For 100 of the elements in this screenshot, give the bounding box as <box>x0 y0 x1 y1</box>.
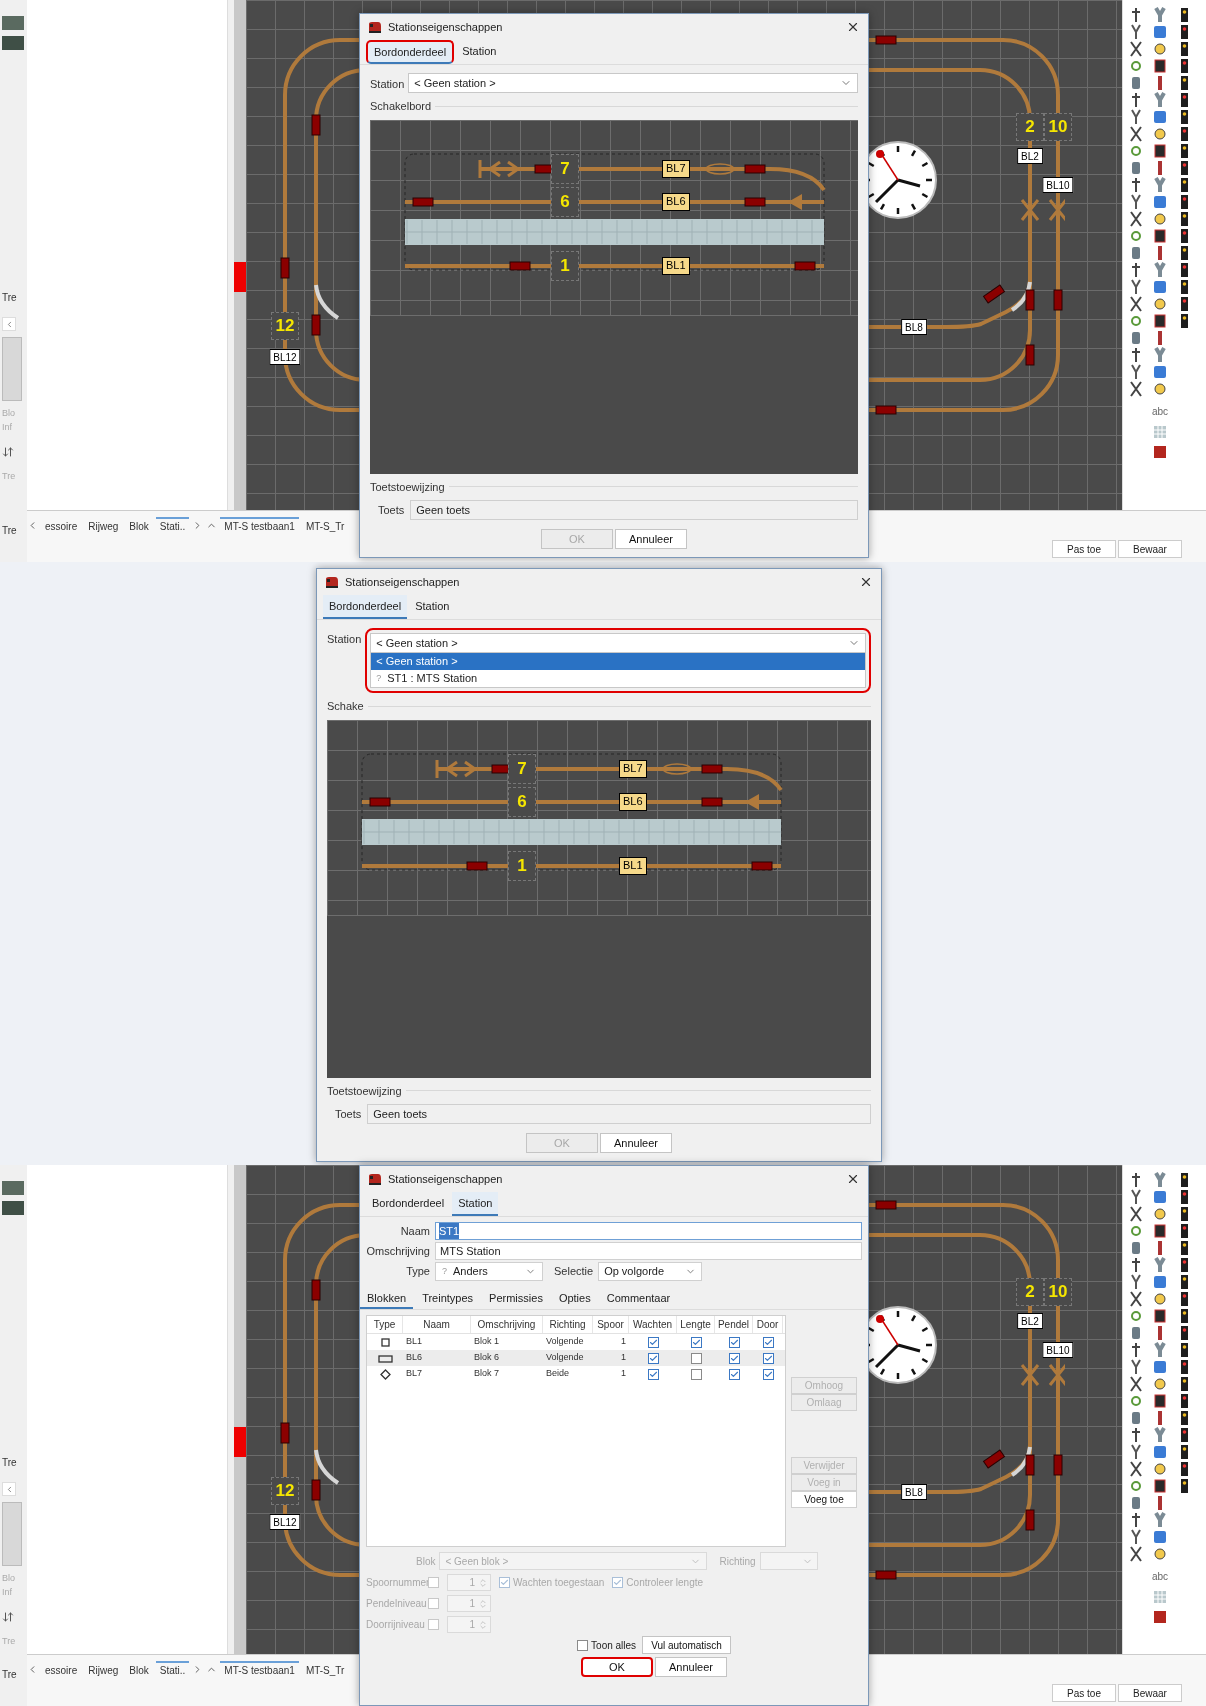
name-field[interactable]: ST1 <box>435 1222 862 1240</box>
type-combobox[interactable]: ? Anders <box>435 1262 543 1281</box>
block-label: BL1 <box>619 856 647 875</box>
sub-tab[interactable]: Commentaar <box>599 1289 678 1309</box>
dropdown-option[interactable]: < Geen station > <box>371 653 865 670</box>
sub-tab[interactable]: Opties <box>551 1289 598 1309</box>
checkbox[interactable] <box>690 1368 702 1380</box>
close-icon[interactable] <box>859 575 873 589</box>
spinner-arrows-icon <box>478 1598 488 1609</box>
table-cell-text: Beide <box>545 1367 571 1381</box>
combobox-value: Anders <box>453 1264 488 1280</box>
checkbox[interactable] <box>647 1336 659 1348</box>
combobox-value: Op volgorde <box>604 1264 665 1280</box>
checkbox[interactable] <box>728 1368 740 1380</box>
dialog-button[interactable]: Annuleer <box>655 1657 727 1677</box>
table-cell-text: Blok 6 <box>473 1351 500 1365</box>
track-number: 7 <box>508 753 536 784</box>
diamond-icon <box>377 1368 393 1380</box>
checkbox[interactable] <box>762 1336 774 1348</box>
dialog-button[interactable]: OK <box>581 1657 653 1677</box>
dropdown-option[interactable]: ? ST1 : MTS Station <box>371 670 865 687</box>
checkbox[interactable] <box>762 1368 774 1380</box>
sub-tab[interactable]: Blokken <box>360 1289 414 1309</box>
panel-label: Tre <box>2 1456 17 1470</box>
document-tab[interactable]: MT-S_Tr <box>301 517 349 534</box>
column-header: Type <box>367 1316 403 1333</box>
document-tab[interactable]: MT-S testbaan1 <box>220 1661 299 1678</box>
swap-icon[interactable] <box>2 446 14 458</box>
table-cell-text: BL7 <box>405 1367 423 1381</box>
track-number: 1 <box>551 250 579 281</box>
chevron-icon <box>685 1266 697 1277</box>
selection-combobox[interactable]: Op volgorde <box>598 1262 703 1281</box>
station-combobox[interactable]: < Geen station > <box>370 633 866 653</box>
checkbox[interactable] <box>647 1352 659 1364</box>
field-label: Toets <box>378 502 405 518</box>
checkbox[interactable] <box>647 1368 659 1380</box>
track-number: 2 <box>1016 1278 1044 1306</box>
scroll-button[interactable] <box>2 1482 16 1496</box>
block-label: BL8 <box>901 319 927 335</box>
close-icon[interactable] <box>846 20 860 34</box>
checkbox-option[interactable]: Toon alles <box>577 1637 637 1653</box>
option-text: ST1 : MTS Station <box>387 671 478 687</box>
checkbox[interactable] <box>690 1336 702 1348</box>
dialog-tab[interactable]: Station <box>456 40 503 64</box>
panel-tab[interactable]: Rijweg <box>84 517 123 534</box>
close-icon[interactable] <box>846 1172 860 1186</box>
grid-icon <box>1153 1590 1167 1604</box>
name-value: ST1 <box>439 1222 460 1240</box>
document-tab[interactable]: MT-S_Tr <box>301 1661 349 1678</box>
document-tab[interactable]: MT-S testbaan1 <box>220 517 299 534</box>
track-number: 10 <box>1044 113 1072 141</box>
group-label: Schake <box>327 699 364 714</box>
checkbox[interactable] <box>577 1639 589 1651</box>
dialog-tab[interactable]: Station <box>409 595 456 619</box>
action-button[interactable]: Pas toe <box>1052 1684 1116 1702</box>
dialog-tab[interactable]: Bordonderdeel <box>323 595 408 619</box>
checkbox[interactable] <box>728 1352 740 1364</box>
dialog-button[interactable]: Annuleer <box>615 529 687 549</box>
block-label: BL7 <box>662 159 690 178</box>
sub-tab[interactable]: Treintypes <box>415 1289 481 1309</box>
fill-button[interactable]: Vul automatisch <box>642 1636 731 1654</box>
dialog-tab[interactable]: Bordonderdeel <box>366 40 455 64</box>
group-label: Toetstoewijzing <box>370 479 445 495</box>
side-button[interactable]: Voeg toe <box>791 1491 857 1508</box>
column-header: Wachten <box>629 1316 677 1333</box>
dialog-tab[interactable]: Station <box>452 1192 499 1216</box>
text-tool[interactable]: abc <box>1151 1569 1169 1584</box>
dialog-tab[interactable]: Bordonderdeel <box>366 1192 451 1216</box>
panel-tab[interactable]: essoire <box>41 517 82 534</box>
field-label: Blok <box>416 1554 436 1569</box>
panel-tab[interactable]: Blok <box>125 1661 153 1678</box>
action-button[interactable]: Bewaar <box>1118 540 1182 558</box>
checkbox[interactable] <box>762 1352 774 1364</box>
block-label: BL10 <box>1042 1342 1074 1358</box>
panel-tab[interactable]: Stati.. <box>155 1661 190 1678</box>
panel-tab[interactable]: Rijweg <box>84 1661 123 1678</box>
dialog-title: Stationseigenschappen <box>388 19 503 35</box>
dialog-button[interactable]: Annuleer <box>600 1133 672 1153</box>
spinner-arrows-icon <box>478 1619 488 1630</box>
text-tool[interactable]: abc <box>1151 404 1169 419</box>
train-icon <box>325 576 339 588</box>
table-row[interactable]: BL6 Blok 6 Volgende 1 <box>367 1350 785 1366</box>
checkbox[interactable] <box>690 1352 702 1364</box>
sub-tab[interactable]: Permissies <box>482 1289 550 1309</box>
action-button[interactable]: Bewaar <box>1118 1684 1182 1702</box>
table-cell-text: Blok 1 <box>473 1335 500 1349</box>
checkbox[interactable] <box>728 1336 740 1348</box>
table-cell-text: 1 <box>620 1335 627 1349</box>
track-number: 2 <box>1016 113 1044 141</box>
description-field[interactable]: MTS Station <box>435 1242 862 1260</box>
station-combobox[interactable]: < Geen station > <box>408 73 858 93</box>
scroll-button[interactable] <box>2 317 16 331</box>
panel-tab[interactable]: essoire <box>41 1661 82 1678</box>
field-label: Richting <box>719 1554 756 1569</box>
photo-placeholder <box>2 36 24 50</box>
action-button[interactable]: Pas toe <box>1052 540 1116 558</box>
panel-tab[interactable]: Blok <box>125 517 153 534</box>
field-label: Pendelniveau <box>366 1597 424 1611</box>
swap-icon[interactable] <box>2 1611 14 1623</box>
panel-tab[interactable]: Stati.. <box>155 517 190 534</box>
